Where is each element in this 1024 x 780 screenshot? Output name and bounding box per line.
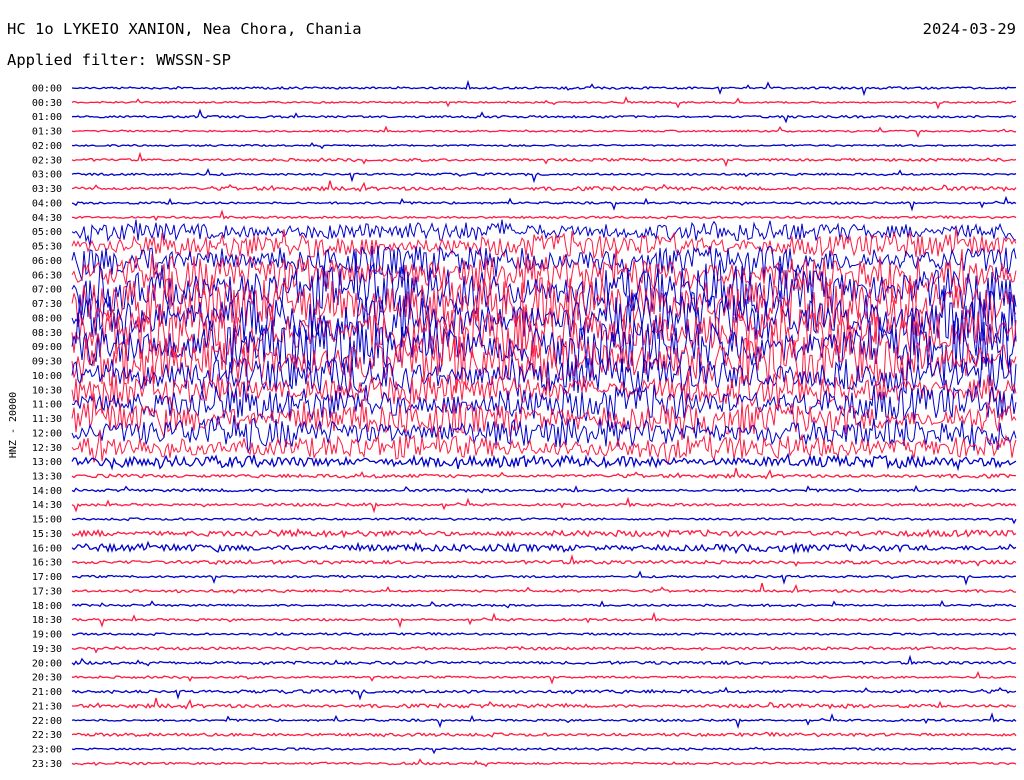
trace-row bbox=[71, 697, 1017, 710]
time-label: 13:30 bbox=[32, 471, 62, 482]
time-label: 11:30 bbox=[32, 414, 62, 425]
trace-group bbox=[71, 79, 1017, 768]
trace-row bbox=[71, 645, 1017, 654]
time-label: 09:30 bbox=[32, 357, 62, 368]
time-label: 13:00 bbox=[32, 457, 62, 468]
trace-row bbox=[71, 209, 1017, 222]
time-label: 14:00 bbox=[32, 486, 62, 497]
time-label: 12:00 bbox=[32, 428, 62, 439]
time-label: 05:00 bbox=[32, 227, 62, 238]
trace-row bbox=[71, 415, 1017, 453]
trace-row bbox=[71, 746, 1017, 755]
trace-row bbox=[72, 670, 1017, 685]
trace-row bbox=[71, 758, 1017, 768]
time-label: 05:30 bbox=[32, 242, 62, 253]
trace-row bbox=[71, 553, 1017, 568]
time-label: 02:30 bbox=[32, 155, 62, 166]
trace-row bbox=[71, 570, 1017, 586]
time-label: 03:30 bbox=[32, 184, 62, 195]
time-label: 16:30 bbox=[32, 558, 62, 569]
time-label: 15:30 bbox=[32, 529, 62, 540]
time-label: 10:00 bbox=[32, 371, 62, 382]
trace-row bbox=[71, 142, 1017, 150]
time-label: 06:00 bbox=[32, 256, 62, 267]
trace-row bbox=[71, 228, 1017, 260]
time-label: 10:30 bbox=[32, 385, 62, 396]
trace-row bbox=[71, 484, 1017, 494]
time-label: 19:00 bbox=[32, 630, 62, 641]
trace-row bbox=[71, 527, 1017, 539]
trace-row bbox=[71, 168, 1017, 184]
time-label: 17:30 bbox=[32, 586, 62, 597]
time-label: 22:00 bbox=[32, 716, 62, 727]
trace-row bbox=[71, 246, 1017, 304]
trace-row bbox=[71, 180, 1017, 193]
time-label: 23:00 bbox=[32, 745, 62, 756]
time-label: 23:30 bbox=[32, 759, 62, 770]
trace-row bbox=[71, 496, 1017, 514]
time-label: 16:00 bbox=[32, 543, 62, 554]
time-label: 20:00 bbox=[32, 658, 62, 669]
trace-row bbox=[71, 79, 1017, 97]
trace-row bbox=[71, 467, 1016, 480]
trace-row bbox=[71, 96, 1017, 110]
time-label: 21:00 bbox=[32, 687, 62, 698]
time-label: 18:30 bbox=[32, 615, 62, 626]
trace-row bbox=[71, 631, 1017, 637]
trace-row bbox=[71, 516, 1017, 525]
trace-row bbox=[71, 654, 1017, 667]
time-label: 01:30 bbox=[32, 127, 62, 138]
trace-row bbox=[71, 219, 1017, 247]
time-label: 15:00 bbox=[32, 515, 62, 526]
time-label: 00:30 bbox=[32, 98, 62, 109]
time-label: 11:00 bbox=[32, 400, 62, 411]
time-label: 04:00 bbox=[32, 198, 62, 209]
time-label: 07:00 bbox=[32, 285, 62, 296]
time-label: 06:30 bbox=[32, 270, 62, 281]
time-label: 04:30 bbox=[32, 213, 62, 224]
time-label: 19:30 bbox=[32, 644, 62, 655]
time-label: 17:00 bbox=[32, 572, 62, 583]
time-label: 20:30 bbox=[32, 673, 62, 684]
time-label: 14:30 bbox=[32, 500, 62, 511]
trace-row bbox=[71, 611, 1017, 629]
trace-row bbox=[71, 125, 1017, 138]
time-label: 07:30 bbox=[32, 299, 62, 310]
time-label: 12:30 bbox=[32, 443, 62, 454]
trace-row bbox=[71, 599, 1016, 609]
trace-row bbox=[71, 731, 1017, 738]
time-label: 18:00 bbox=[32, 601, 62, 612]
y-axis-label: HNZ - 20000 bbox=[8, 392, 19, 458]
time-label: 00:00 bbox=[32, 84, 62, 95]
trace-row bbox=[71, 686, 1017, 701]
time-label: 22:30 bbox=[32, 730, 62, 741]
trace-row bbox=[71, 712, 1017, 729]
time-label: 02:00 bbox=[32, 141, 62, 152]
trace-row bbox=[71, 540, 1017, 555]
time-label: 01:00 bbox=[32, 112, 62, 123]
time-label: 09:00 bbox=[32, 342, 62, 353]
trace-row bbox=[71, 195, 1017, 212]
trace-row bbox=[71, 151, 1017, 168]
time-label: 21:30 bbox=[32, 701, 62, 712]
trace-row bbox=[71, 108, 1017, 124]
trace-row bbox=[71, 452, 1017, 472]
time-label: 08:00 bbox=[32, 313, 62, 324]
time-labels: 00:00 00:30 01:00 01:30 02:00 02:30 03:00 03:30… bbox=[32, 84, 62, 770]
trace-row bbox=[71, 582, 1017, 594]
helicorder-chart: 00:00 00:30 01:00 01:30 02:00 02:30 03:00 03:30… bbox=[8, 79, 1017, 770]
time-label: 08:30 bbox=[32, 328, 62, 339]
trace-row bbox=[71, 245, 1017, 281]
time-label: 03:00 bbox=[32, 170, 62, 181]
